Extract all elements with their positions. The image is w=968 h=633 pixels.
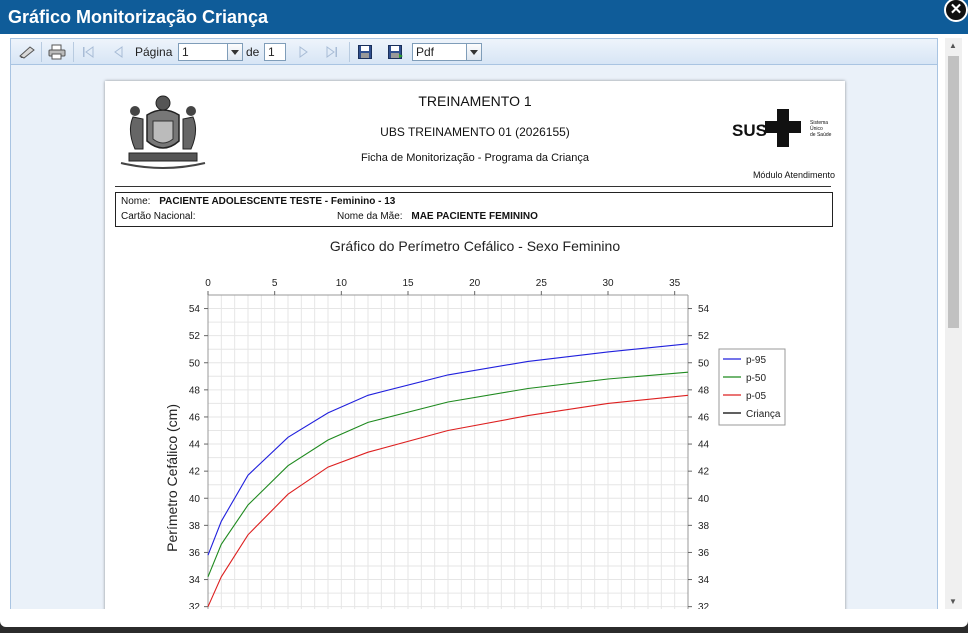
- report-window: Gráfico Monitorização Criança Página 1 d…: [0, 0, 968, 627]
- window-titlebar: Gráfico Monitorização Criança: [0, 0, 968, 34]
- previous-page-icon[interactable]: [109, 43, 127, 61]
- y-tick-label-right: 32: [698, 602, 710, 609]
- coat-of-arms-icon: [117, 91, 209, 171]
- y-tick-label-left: 46: [189, 412, 201, 423]
- mother-name-value: MAE PACIENTE FEMININO: [411, 211, 538, 222]
- y-tick-label-left: 48: [189, 385, 201, 396]
- chevron-down-icon[interactable]: [466, 44, 481, 60]
- sus-logo-text: SUS: [732, 121, 767, 140]
- header-divider: [115, 186, 831, 187]
- sus-caption-2: Único: [810, 125, 823, 132]
- legend-label: p-50: [746, 373, 766, 384]
- x-tick-label: 30: [602, 278, 614, 289]
- legend-label: p-05: [746, 391, 766, 402]
- y-tick-label-left: 34: [189, 575, 201, 586]
- x-tick-label: 0: [205, 278, 211, 289]
- chart-title: Gráfico do Perímetro Cefálico - Sexo Fem…: [330, 238, 620, 254]
- page-label: Página: [135, 45, 173, 59]
- print-icon[interactable]: [47, 43, 67, 61]
- next-page-icon[interactable]: [295, 43, 313, 61]
- x-tick-label: 20: [469, 278, 481, 289]
- module-label: Módulo Atendimento: [752, 170, 835, 180]
- y-tick-label-right: 36: [698, 548, 710, 559]
- y-tick-label-left: 52: [189, 331, 201, 342]
- report-content-area[interactable]: TREINAMENTO 1 UBS TREINAMENTO 01 (202615…: [11, 66, 937, 609]
- y-tick-label-left: 42: [189, 467, 201, 478]
- y-tick-label-left: 40: [189, 494, 201, 505]
- report-viewer: Página 1 de 1 Pdf TREINAMENTO 1 UBS TREI…: [10, 38, 938, 609]
- y-tick-label-right: 40: [698, 494, 710, 505]
- y-tick-label-right: 34: [698, 575, 710, 586]
- x-tick-label: 5: [272, 278, 278, 289]
- vertical-scrollbar[interactable]: ▲ ▼: [945, 38, 962, 609]
- y-axis-label: Perímetro Cefálico (cm): [164, 404, 180, 552]
- report-title: TREINAMENTO 1: [418, 93, 532, 109]
- sus-logo-icon: SUS Sistema Único de Saúde: [732, 109, 832, 147]
- scroll-down-icon[interactable]: ▼: [949, 597, 957, 606]
- legend-label: Criança: [746, 409, 781, 420]
- x-tick-label: 35: [669, 278, 681, 289]
- national-card-label: Cartão Nacional:: [121, 211, 196, 222]
- page-select-value: 1: [182, 45, 189, 59]
- viewer-toolbar: Página 1 de 1 Pdf: [11, 39, 937, 65]
- y-tick-label-left: 44: [189, 440, 201, 451]
- y-tick-label-right: 52: [698, 331, 710, 342]
- scroll-up-icon[interactable]: ▲: [949, 41, 957, 50]
- mother-name-label: Nome da Mãe:: [337, 211, 403, 222]
- report-subtitle: Ficha de Monitorização - Programa da Cri…: [360, 152, 590, 164]
- export-format-value: Pdf: [416, 45, 435, 59]
- chevron-down-icon[interactable]: [227, 44, 242, 60]
- x-tick-label: 15: [402, 278, 414, 289]
- y-tick-label-left: 36: [189, 548, 201, 559]
- scrollbar-thumb[interactable]: [948, 56, 959, 328]
- of-label: de: [246, 45, 260, 59]
- y-tick-label-right: 48: [698, 385, 710, 396]
- patient-name-label: Nome:: [121, 196, 151, 207]
- export-format-select[interactable]: Pdf: [412, 43, 482, 61]
- total-pages-value: 1: [268, 45, 275, 59]
- legend-label: p-95: [746, 355, 766, 366]
- first-page-icon[interactable]: [79, 43, 97, 61]
- report-page: TREINAMENTO 1 UBS TREINAMENTO 01 (202615…: [105, 81, 845, 609]
- head-circumference-chart: Gráfico do Perímetro Cefálico - Sexo Fem…: [164, 238, 786, 609]
- edit-icon[interactable]: [17, 43, 37, 61]
- y-tick-label-right: 54: [698, 304, 710, 315]
- y-tick-label-right: 42: [698, 467, 710, 478]
- y-tick-label-left: 32: [189, 602, 201, 609]
- export-icon[interactable]: [387, 43, 405, 61]
- page-select[interactable]: 1: [178, 43, 243, 61]
- save-icon[interactable]: [356, 43, 374, 61]
- last-page-icon[interactable]: [323, 43, 341, 61]
- x-tick-label: 10: [336, 278, 348, 289]
- window-title: Gráfico Monitorização Criança: [8, 7, 269, 27]
- y-tick-label-right: 46: [698, 412, 710, 423]
- y-tick-label-right: 38: [698, 521, 710, 532]
- sus-caption-3: de Saúde: [810, 132, 832, 138]
- patient-name-value: PACIENTE ADOLESCENTE TESTE - Feminino - …: [159, 196, 396, 207]
- report-unit: UBS TREINAMENTO 01 (2026155): [380, 125, 570, 139]
- total-pages-field: 1: [264, 43, 286, 61]
- patient-info-box: Nome: PACIENTE ADOLESCENTE TESTE - Femin…: [115, 192, 833, 227]
- x-tick-label: 25: [536, 278, 548, 289]
- y-tick-label-left: 50: [189, 358, 201, 369]
- y-tick-label-left: 54: [189, 304, 201, 315]
- y-tick-label-right: 50: [698, 358, 710, 369]
- y-tick-label-left: 38: [189, 521, 201, 532]
- y-tick-label-right: 44: [698, 440, 710, 451]
